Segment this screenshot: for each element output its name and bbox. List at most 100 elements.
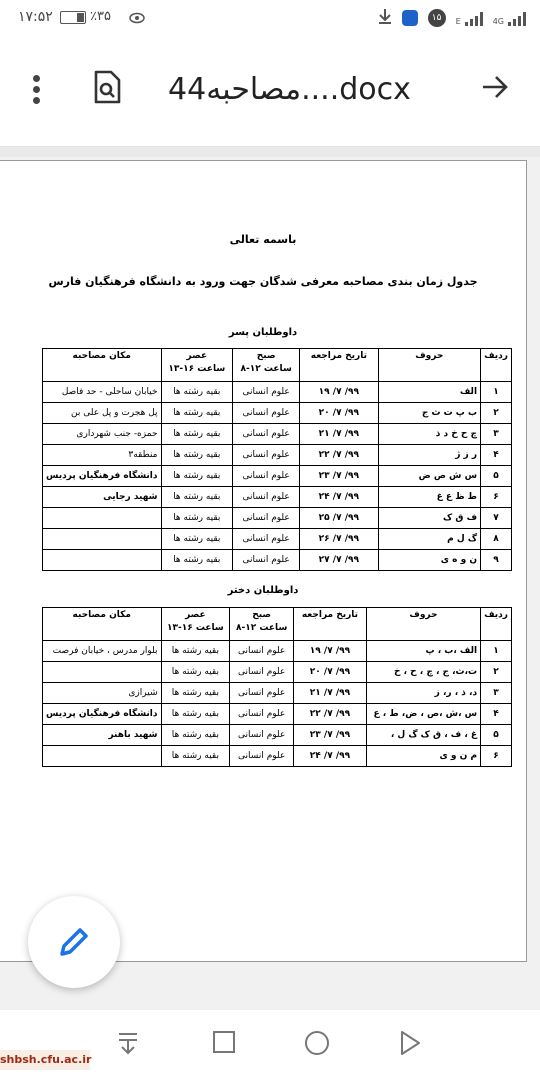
row-number: ۷ bbox=[480, 507, 512, 529]
place-cell bbox=[42, 745, 162, 767]
date-cell: ۹۹/ ۷/ ۲۰ bbox=[299, 402, 379, 424]
morning-cell: علوم انسانی bbox=[229, 745, 295, 767]
letters-cell: ف ق ک bbox=[377, 507, 482, 529]
evening-cell: بقیه رشته ها bbox=[160, 486, 234, 508]
letters-cell: الف ،ب ، پ bbox=[365, 640, 482, 662]
header-place: مکان مصاحبه bbox=[42, 607, 162, 641]
row-number: ۱ bbox=[480, 640, 512, 662]
date-cell: ۹۹/ ۷/ ۲۲ bbox=[299, 444, 379, 466]
evening-cell: بقیه رشته ها bbox=[160, 703, 231, 725]
evening-cell: بقیه رشته ها bbox=[160, 661, 231, 683]
app-bar: مصاحبه44....docx bbox=[0, 36, 540, 147]
table-row: ۵س ش ص ض ۹۹/ ۷/ ۲۳ علوم انسانی بقیه رشته ها… bbox=[42, 465, 512, 487]
document-page[interactable]: باسمه تعالی جدول زمان بندی مصاحبه معرفی … bbox=[0, 160, 527, 962]
letters-cell: غ ، ف ، ق ک گ ل ، bbox=[365, 724, 482, 746]
boys-table: ردیف حروف تاریخ مراجعه صبح ساعت ۱۲-۸ عصر س… bbox=[42, 348, 512, 571]
table-header-row: ردیف حروف تاریخ مراجعه صبح ساعت ۱۲-۸ عصر س… bbox=[42, 607, 512, 641]
header-date: تاریخ مراجعه bbox=[293, 607, 367, 641]
morning-cell: علوم انسانی bbox=[229, 682, 295, 704]
date-cell: ۹۹/ ۷/ ۱۹ bbox=[293, 640, 367, 662]
letters-cell: الف bbox=[377, 381, 482, 403]
header-place: مکان مصاحبه bbox=[42, 348, 162, 382]
date-cell: ۹۹/ ۷/ ۲۷ bbox=[299, 549, 379, 571]
overflow-menu-icon[interactable] bbox=[30, 72, 42, 108]
table-row: ۶ط ظ ع غ ۹۹/ ۷/ ۲۴ علوم انسانی بقیه رشته ها… bbox=[42, 486, 512, 508]
letters-cell: چ ح خ د ذ bbox=[377, 423, 482, 445]
row-number: ۵ bbox=[480, 465, 512, 487]
evening-cell: بقیه رشته ها bbox=[160, 549, 234, 571]
morning-cell: علوم انسانی bbox=[232, 465, 301, 487]
header-date: تاریخ مراجعه bbox=[299, 348, 379, 382]
table-row: ۱ الف ،ب ، پ ۹۹/ ۷/ ۱۹ علوم انسانی بقیه رشته… bbox=[42, 640, 512, 662]
place-cell: پل هجرت و پل علی بن bbox=[42, 402, 162, 424]
place-cell: خیابان ساحلی - حد فاصل bbox=[42, 381, 162, 403]
place-cell: شهید باهنر bbox=[42, 724, 162, 746]
notification-badge: ۱۵ bbox=[427, 9, 446, 27]
header-evening: عصر ساعت ۱۶-۱۳ bbox=[160, 348, 234, 382]
letters-cell: س ش ص ض bbox=[377, 465, 482, 487]
morning-cell: علوم انسانی bbox=[232, 444, 301, 466]
date-cell: ۹۹/ ۷/ ۲۴ bbox=[299, 486, 379, 508]
date-cell: ۹۹/ ۷/ ۲۱ bbox=[299, 423, 379, 445]
evening-cell: بقیه رشته ها bbox=[160, 640, 231, 662]
find-in-page-icon[interactable] bbox=[92, 70, 122, 108]
table-row: ۱ الف ۹۹/ ۷/ ۱۹ علوم انسانی بقیه رشته ها خیاب… bbox=[42, 381, 512, 403]
place-cell: بلوار مدرس ، خیابان فرصت bbox=[42, 640, 162, 662]
morning-cell: علوم انسانی bbox=[229, 703, 295, 725]
place-cell: حمزه- جنب شهرداری bbox=[42, 423, 162, 445]
document-heading: باسمه تعالی bbox=[229, 233, 297, 246]
evening-cell: بقیه رشته ها bbox=[160, 745, 231, 767]
morning-cell: علوم انسانی bbox=[229, 724, 295, 746]
header-row-number: ردیف bbox=[480, 348, 512, 382]
evening-cell: بقیه رشته ها bbox=[160, 402, 234, 424]
letters-cell: گ ل م bbox=[377, 528, 482, 550]
morning-cell: علوم انسانی bbox=[232, 381, 301, 403]
row-number: ۵ bbox=[480, 724, 512, 746]
forward-arrow-icon[interactable] bbox=[480, 72, 510, 106]
evening-cell: بقیه رشته ها bbox=[160, 444, 234, 466]
row-number: ۲ bbox=[480, 402, 512, 424]
header-letters: حروف bbox=[377, 348, 482, 382]
boys-section-label: داوطلبان پسر bbox=[228, 327, 298, 338]
signal-4g-icon: 4G bbox=[493, 10, 526, 26]
table-row: ۴س ،ش ،ص ، ض، ط ، ع ۹۹/ ۷/ ۲۲ علوم انسانی ب… bbox=[42, 703, 512, 725]
signal-icon: E bbox=[456, 10, 483, 26]
letters-cell: د، ذ ، ر، ز bbox=[365, 682, 482, 704]
place-cell bbox=[42, 549, 162, 571]
table-row: ۷ف ق ک ۹۹/ ۷/ ۲۵ علوم انسانی بقیه رشته ها bbox=[42, 507, 512, 529]
edit-button[interactable] bbox=[28, 896, 120, 988]
letters-cell: م ن و ی bbox=[365, 745, 482, 767]
row-number: ۱ bbox=[480, 381, 512, 403]
header-letters: حروف bbox=[365, 607, 482, 641]
battery-percent: ٪۳۵ bbox=[90, 9, 111, 24]
row-number: ۶ bbox=[480, 745, 512, 767]
home-circle-icon[interactable] bbox=[304, 1030, 330, 1060]
letters-cell: ت،ث، ج ، چ ، ح ، خ bbox=[365, 661, 482, 683]
evening-cell: بقیه رشته ها bbox=[160, 507, 234, 529]
place-cell: شهید رجایی bbox=[42, 486, 162, 508]
document-subtitle: جدول زمان بندی مصاحبه معرفی شدگان جهت ور… bbox=[48, 275, 478, 288]
row-number: ۶ bbox=[480, 486, 512, 508]
back-triangle-icon[interactable] bbox=[398, 1030, 422, 1060]
place-cell bbox=[42, 528, 162, 550]
place-cell bbox=[42, 661, 162, 683]
table-row: ۹ن و ه ی ۹۹/ ۷/ ۲۷ علوم انسانی بقیه رشته ها bbox=[42, 549, 512, 571]
eye-comfort-icon bbox=[128, 10, 146, 29]
header-evening: عصر ساعت ۱۶-۱۳ bbox=[160, 607, 231, 641]
table-row: ۲ب پ ت ث ج ۹۹/ ۷/ ۲۰ علوم انسانی بقیه رشته … bbox=[42, 402, 512, 424]
evening-cell: بقیه رشته ها bbox=[160, 423, 234, 445]
place-cell: شیرازی bbox=[42, 682, 162, 704]
download-icon bbox=[378, 8, 392, 28]
recents-square-icon[interactable] bbox=[212, 1030, 236, 1058]
boys-table-body: ۱ الف ۹۹/ ۷/ ۱۹ علوم انسانی بقیه رشته ها خیاب… bbox=[42, 381, 512, 571]
download-menu-icon[interactable] bbox=[116, 1030, 140, 1060]
edit-pencil-icon bbox=[60, 928, 88, 956]
letters-cell: ن و ه ی bbox=[377, 549, 482, 571]
letters-cell: س ،ش ،ص ، ض، ط ، ع bbox=[365, 703, 482, 725]
document-title: مصاحبه44....docx bbox=[168, 72, 411, 107]
morning-cell: علوم انسانی bbox=[232, 402, 301, 424]
date-cell: ۹۹/ ۷/ ۲۰ bbox=[293, 661, 367, 683]
place-cell bbox=[42, 507, 162, 529]
row-number: ۲ bbox=[480, 661, 512, 683]
place-cell: منطقه۳ bbox=[42, 444, 162, 466]
